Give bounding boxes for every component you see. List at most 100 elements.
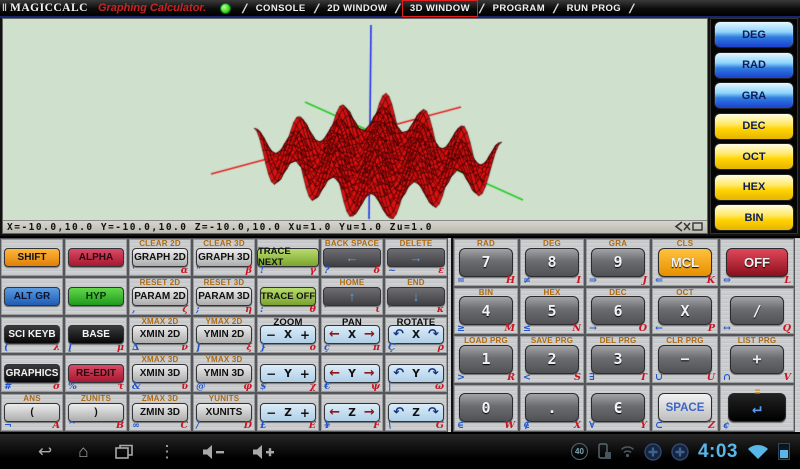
key-sub-right: O (639, 323, 647, 334)
key-sub-labels: ∪U (655, 372, 715, 383)
key-sub-left: ∪ (655, 372, 663, 383)
key-sub-right: ν (181, 342, 188, 353)
key-top-label: CLEAR 2D (129, 239, 191, 248)
key-sub-right: ψ (371, 381, 380, 392)
key-sub-labels: ,ζ (132, 304, 188, 315)
key-sub-right: P (708, 323, 715, 334)
key-sub-labels: /D (196, 420, 252, 431)
recents-icon[interactable] (115, 444, 133, 460)
tab-2d-window[interactable]: 2D WINDOW (320, 1, 394, 16)
key-top-label: YUNITS (193, 394, 255, 403)
menu-icon[interactable]: ⋮ (159, 443, 176, 460)
key-sub-right: C (180, 420, 188, 431)
volume-up-icon[interactable] (252, 444, 276, 460)
key-top-label: BIN (454, 288, 518, 297)
key-sub-right: δ (374, 265, 380, 276)
key-sub-right: ρ (438, 342, 444, 353)
key-sub-right: I (577, 275, 581, 286)
key-cell: Є∀Y (585, 384, 651, 433)
mode-button-dec[interactable]: DEC (714, 113, 794, 140)
key-7[interactable]: 7 (459, 248, 513, 277)
key-sub-labels: $χ (260, 381, 316, 392)
key-cell: PAN←X→çπ (320, 316, 384, 355)
key-hyp[interactable]: HYP (68, 287, 124, 306)
key-enter[interactable]: ↵ (728, 393, 786, 422)
key-alpha[interactable]: ALPHA (68, 248, 124, 267)
mode-button-deg[interactable]: DEG (714, 21, 794, 48)
key-shift[interactable]: SHIFT (4, 248, 60, 267)
key-sub-right: υ (181, 381, 188, 392)
key-sub-left: \ (388, 420, 391, 431)
key-multiply-x[interactable]: X (658, 296, 712, 325)
key-sub-right: K (707, 275, 715, 286)
key-minus[interactable]: − (658, 345, 712, 374)
key-sub-left: ⊂ (655, 420, 663, 431)
key-plus[interactable]: + (730, 345, 784, 374)
mode-button-rad[interactable]: RAD (714, 52, 794, 79)
mode-button-oct[interactable]: OCT (714, 143, 794, 170)
app-subtitle: Graphing Calculator. (98, 2, 206, 14)
key-sub-right: χ (310, 381, 316, 392)
key-sub-left: € (324, 381, 331, 392)
key-sub-labels: £E (260, 420, 316, 431)
plot-3d-canvas[interactable] (3, 19, 707, 220)
keyboard-numpad-block: RAD7=HDEG8≠IGRA9⇒JCLSMCL⇐KOFF⇔LBIN4≥MHEX… (451, 238, 795, 432)
key-space[interactable]: SPACE (658, 393, 712, 422)
key-alt-gr[interactable]: ALT GR (4, 287, 60, 306)
key-6[interactable]: 6 (591, 296, 645, 325)
status-area: 40 4:03 (571, 441, 790, 463)
tab-program[interactable]: PROGRAM (486, 1, 552, 16)
key-top-label: ANS (1, 394, 63, 403)
key-0[interactable]: 0 (459, 393, 513, 422)
key-8[interactable]: 8 (525, 248, 579, 277)
key-cell: −Y+$χ (256, 354, 320, 393)
key-top-label: HOME (321, 278, 383, 287)
key-2[interactable]: 2 (525, 345, 579, 374)
key-cell: RE-EDIT%τ (64, 354, 128, 393)
key-sub-left: ] (196, 342, 201, 353)
key-cell: DEG8≠I (519, 238, 585, 287)
key-dot[interactable]: . (525, 393, 579, 422)
home-icon[interactable]: ⌂ (78, 443, 88, 460)
key-sub-labels: çπ (324, 342, 380, 353)
mode-button-gra[interactable]: GRA (714, 82, 794, 109)
key-divide[interactable]: / (730, 296, 784, 325)
key-5[interactable]: 5 (525, 296, 579, 325)
key-sub-right: φ (243, 381, 252, 392)
tab-run-prog[interactable]: RUN PROG (560, 1, 628, 16)
key-exp[interactable]: Є (591, 393, 645, 422)
clock[interactable]: 4:03 (698, 441, 738, 463)
speed-badge: 40 (571, 443, 588, 460)
hide-keyboard-icon[interactable] (674, 221, 704, 232)
key-sub-right: ε (438, 265, 444, 276)
key-sub-labels: =H (457, 275, 515, 286)
volume-down-icon[interactable] (202, 444, 226, 460)
key-sub-right: G (436, 420, 444, 431)
wifi-icon[interactable] (747, 443, 769, 461)
key-cell: SAVE PRG2<S (519, 335, 585, 384)
key-sub-left: ∃ (589, 372, 595, 383)
key-sub-right: β (246, 265, 252, 276)
key-mcl[interactable]: MCL (658, 248, 712, 277)
back-icon[interactable]: ↩ (38, 443, 52, 460)
key-sub-left: ⇐ (655, 275, 663, 286)
tab-3d-window[interactable]: 3D WINDOW (402, 0, 478, 17)
key-cell: ←Z→¥F (320, 393, 384, 432)
key-3[interactable]: 3 (591, 345, 645, 374)
key-sub-left: ! (260, 265, 264, 276)
key-sub-right: ω (435, 381, 444, 392)
key-top-label: XMAX 3D (129, 355, 191, 364)
key-1[interactable]: 1 (459, 345, 513, 374)
key-sub-left: ~ (388, 265, 396, 276)
key-9[interactable]: 9 (591, 248, 645, 277)
plot-range-text: X=-10.0,10.0 Y=-10.0,10.0 Z=-10.0,10.0 X… (7, 222, 433, 233)
key-cell: ALPHA (64, 238, 128, 277)
key-off[interactable]: OFF (726, 248, 788, 277)
mode-button-hex[interactable]: HEX (714, 174, 794, 201)
key-top-label: ROTATE (385, 317, 447, 328)
key-4[interactable]: 4 (459, 296, 513, 325)
key-top-label: DEC (586, 288, 650, 297)
tab-console[interactable]: CONSOLE (249, 1, 313, 16)
key-sub-labels: ⇔L (723, 275, 791, 286)
mode-button-bin[interactable]: BIN (714, 204, 794, 231)
